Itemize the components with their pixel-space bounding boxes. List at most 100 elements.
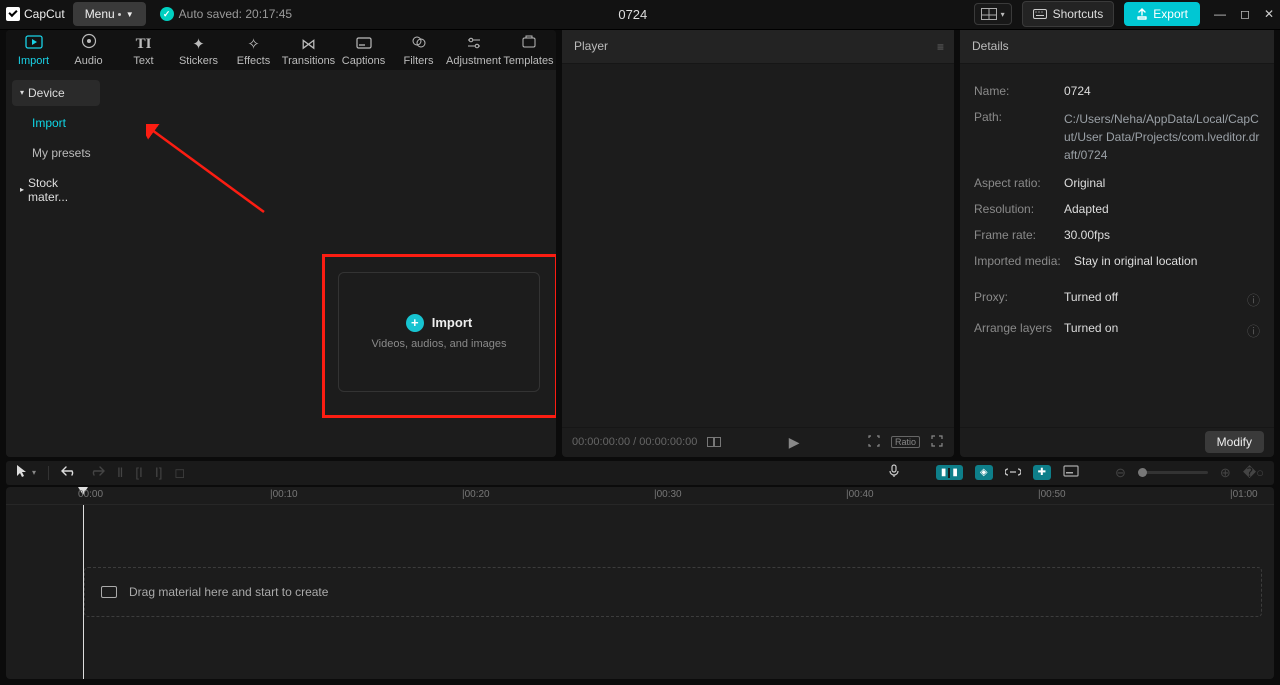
export-icon (1136, 8, 1148, 20)
transitions-icon: ⋈ (301, 37, 316, 52)
minimize-button[interactable]: — (1214, 7, 1226, 21)
scan-icon[interactable] (867, 434, 881, 451)
delete-left-button[interactable]: [Ⅰ (135, 465, 142, 481)
close-button[interactable]: ✕ (1264, 7, 1274, 21)
tab-effects[interactable]: ✧ Effects (226, 37, 281, 70)
maximize-button[interactable]: ◻ (1240, 7, 1250, 21)
sidebar-presets-label: My presets (32, 146, 91, 160)
main-track-magnet[interactable]: ▮▮ (936, 465, 963, 480)
tab-audio[interactable]: Audio (61, 33, 116, 70)
detail-proxy: Proxy: Turned off ⓘ (974, 284, 1260, 315)
record-voiceover-button[interactable] (888, 464, 900, 481)
media-icon (101, 586, 117, 598)
tab-captions[interactable]: Captions (336, 37, 391, 70)
shortcuts-label: Shortcuts (1053, 7, 1104, 21)
compare-icon[interactable] (707, 435, 721, 450)
app-logo: CapCut (6, 7, 65, 21)
tab-effects-label: Effects (237, 55, 270, 67)
tab-audio-label: Audio (74, 55, 102, 67)
media-sidebar: ▾ Device Import My presets ▸ Stock mater… (6, 70, 106, 457)
undo-button[interactable] (61, 465, 77, 480)
info-icon[interactable]: ⓘ (1247, 321, 1260, 340)
tab-stickers[interactable]: ✦ Stickers (171, 37, 226, 70)
export-button[interactable]: Export (1124, 2, 1200, 26)
tab-text[interactable]: TI Text (116, 37, 171, 70)
timeline-dropzone-label: Drag material here and start to create (129, 585, 328, 599)
logo-mark-icon (6, 7, 20, 21)
info-icon[interactable]: ⓘ (1247, 290, 1260, 309)
ruler-mark: |00:30 (654, 489, 682, 500)
title-bar: CapCut Menu ▼ ✓ Auto saved: 20:17:45 072… (0, 0, 1280, 30)
chevron-down-icon: ▼ (126, 10, 134, 19)
panel-menu-icon[interactable]: ≡ (937, 40, 944, 54)
detail-name-value: 0724 (1064, 84, 1260, 98)
import-area: + Import Videos, audios, and images (106, 70, 556, 457)
menu-button[interactable]: Menu ▼ (73, 2, 146, 26)
timeline-dropzone[interactable]: Drag material here and start to create (84, 567, 1262, 617)
sidebar-import[interactable]: Import (6, 108, 106, 138)
tab-templates[interactable]: Templates (501, 35, 556, 70)
tab-transitions[interactable]: ⋈ Transitions (281, 37, 336, 70)
selection-tool[interactable] (16, 464, 28, 481)
layout-button[interactable]: ▾ (974, 3, 1012, 25)
play-button[interactable]: ▶ (789, 434, 800, 451)
detail-imported-media: Imported media: Stay in original locatio… (974, 248, 1260, 274)
stickers-icon: ✦ (192, 37, 205, 52)
detail-fps-label: Frame rate: (974, 228, 1064, 242)
keyboard-icon (1033, 9, 1047, 19)
details-footer: Modify (960, 427, 1274, 457)
media-body: ▾ Device Import My presets ▸ Stock mater… (6, 70, 556, 457)
zoom-fit-button[interactable]: �○ (1243, 465, 1264, 481)
redo-button[interactable] (89, 465, 105, 480)
details-panel: Details Name: 0724 Path: C:/Users/Neha/A… (960, 30, 1274, 457)
media-tabs: Import Audio TI Text ✦ Stickers ✧ Effect… (6, 30, 556, 70)
ruler-mark: |00:10 (270, 489, 298, 500)
sidebar-stock[interactable]: ▸ Stock mater... (6, 168, 106, 212)
autosave-label: Auto saved: 20:17:45 (179, 7, 292, 21)
caret-down-icon: ▾ (20, 88, 24, 97)
cover-button[interactable] (1063, 465, 1079, 480)
tab-captions-label: Captions (342, 55, 385, 67)
modify-button[interactable]: Modify (1205, 431, 1264, 453)
detail-path: Path: C:/Users/Neha/AppData/Local/CapCut… (974, 104, 1260, 170)
shortcuts-button[interactable]: Shortcuts (1022, 1, 1115, 27)
detail-res-value: Adapted (1064, 202, 1260, 216)
ruler-mark: |00:40 (846, 489, 874, 500)
text-icon: TI (136, 37, 152, 52)
detail-proxy-label: Proxy: (974, 290, 1064, 309)
detail-name: Name: 0724 (974, 78, 1260, 104)
details-body: Name: 0724 Path: C:/Users/Neha/AppData/L… (960, 64, 1274, 427)
detail-aspect-label: Aspect ratio: (974, 176, 1064, 190)
crop-button[interactable]: ◻ (174, 465, 185, 481)
import-dropzone[interactable]: + Import Videos, audios, and images (338, 272, 540, 392)
filters-icon (411, 35, 427, 52)
tab-filters-label: Filters (404, 55, 434, 67)
delete-right-button[interactable]: Ⅰ] (155, 465, 162, 481)
fullscreen-icon[interactable] (930, 434, 944, 451)
import-icon (25, 35, 43, 52)
tab-filters[interactable]: Filters (391, 35, 446, 70)
app-name: CapCut (24, 7, 65, 21)
tab-import[interactable]: Import (6, 35, 61, 70)
zoom-in-button[interactable]: ⊕ (1220, 465, 1231, 481)
auto-snap[interactable]: ◈ (975, 465, 993, 480)
zoom-out-button[interactable]: ⊖ (1115, 465, 1126, 481)
detail-name-label: Name: (974, 84, 1064, 98)
ratio-button[interactable]: Ratio (891, 436, 920, 448)
tab-adjustment[interactable]: Adjustment (446, 37, 501, 70)
detail-path-value[interactable]: C:/Users/Neha/AppData/Local/CapCut/User … (1064, 110, 1260, 164)
track-area[interactable]: Drag material here and start to create (6, 505, 1274, 679)
timeline-ruler[interactable]: 00:00 |00:10 |00:20 |00:30 |00:40 |00:50… (6, 487, 1274, 505)
linkage-button[interactable] (1005, 465, 1021, 480)
templates-icon (521, 35, 537, 52)
player-panel: Player ≡ 00:00:00:00 / 00:00:00:00 ▶ Rat… (562, 30, 954, 457)
adjustment-icon (466, 37, 482, 52)
sidebar-device[interactable]: ▾ Device (12, 80, 100, 106)
project-title: 0724 (300, 7, 966, 22)
sidebar-presets[interactable]: My presets (6, 138, 106, 168)
ruler-mark: |00:20 (462, 489, 490, 500)
split-button[interactable]: Ⅱ (117, 465, 123, 481)
selection-dropdown[interactable]: ▾ (32, 468, 36, 477)
window-controls: — ◻ ✕ (1214, 7, 1274, 21)
preview-axis[interactable]: ✚ (1033, 465, 1051, 480)
